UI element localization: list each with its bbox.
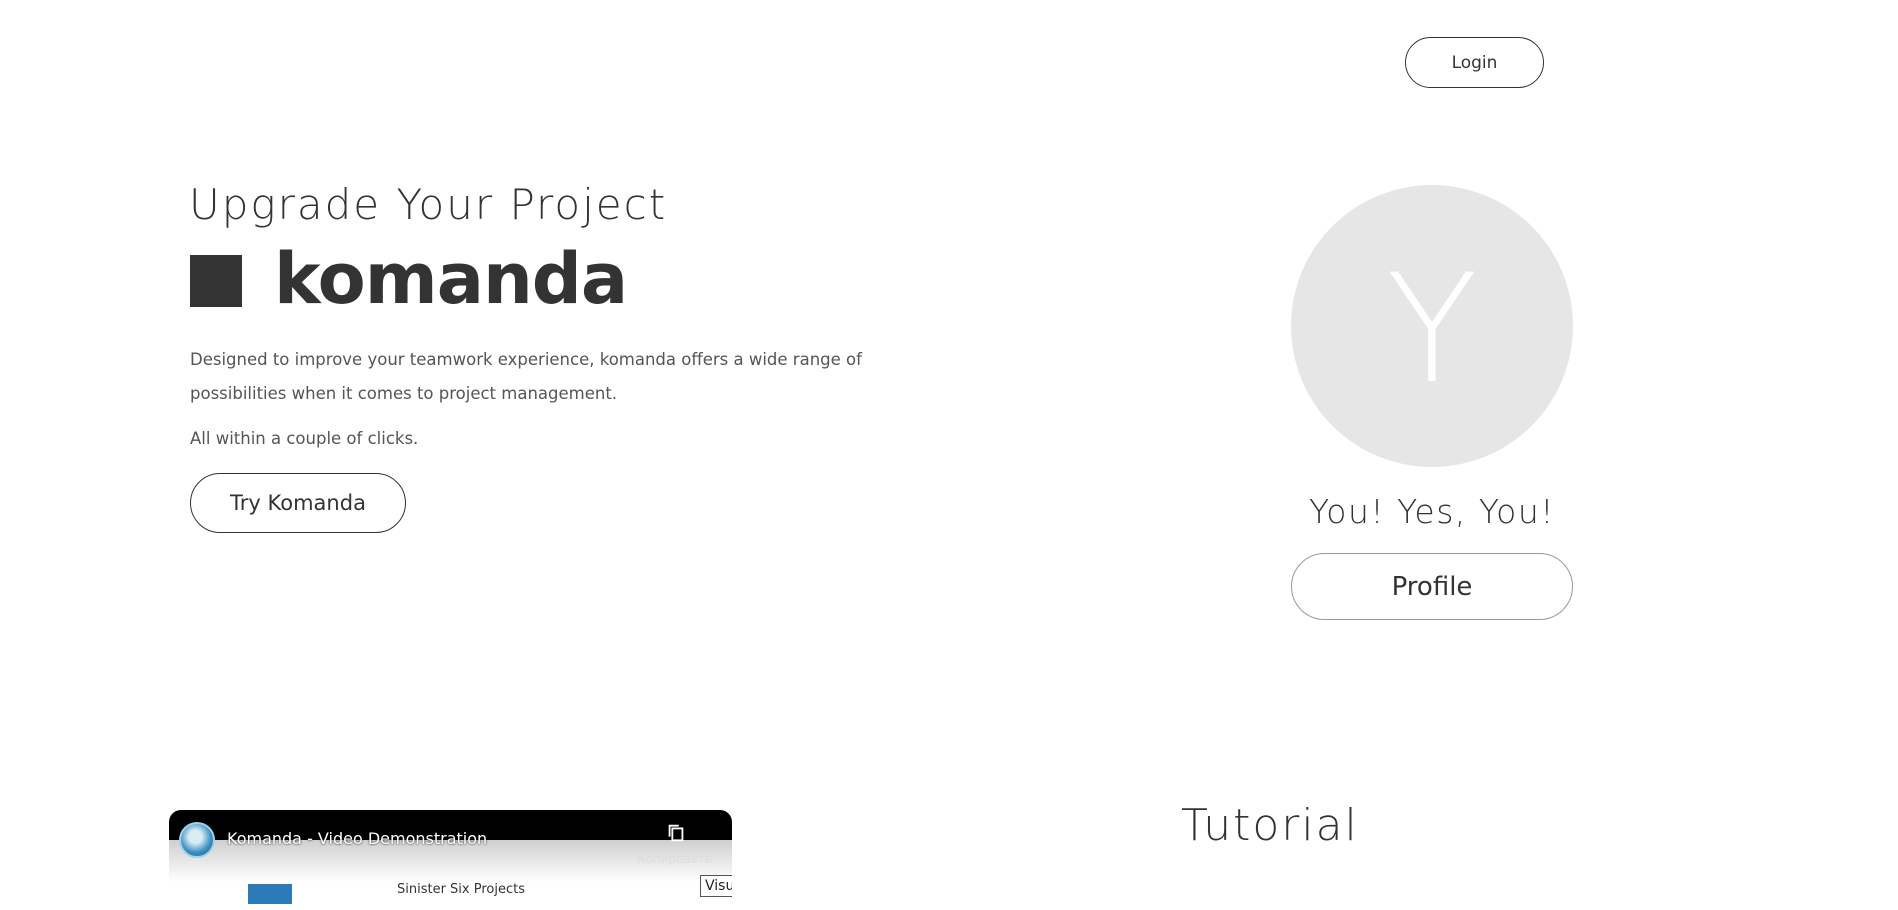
hero-tagline: All within a couple of clicks. bbox=[190, 429, 419, 448]
komanda-logo: komanda bbox=[274, 238, 628, 320]
visual-studio-tag: Visual Studio 2019 bbox=[700, 875, 732, 897]
video-title[interactable]: Komanda - Video Demonstration bbox=[227, 829, 487, 848]
profile-greeting: You! Yes, You! bbox=[1309, 492, 1555, 531]
channel-avatar[interactable] bbox=[179, 822, 215, 858]
hero-description: Designed to improve your teamwork experi… bbox=[190, 350, 862, 403]
avatar-letter: Y bbox=[1386, 243, 1478, 417]
hero-title: Upgrade Your Project bbox=[189, 180, 668, 229]
tutorial-title: Tutorial bbox=[1181, 800, 1359, 851]
copy-icon[interactable] bbox=[665, 822, 687, 844]
video-embed[interactable]: Komanda - Video Demonstration Копировать… bbox=[169, 810, 732, 910]
try-komanda-button[interactable]: Try Komanda bbox=[190, 473, 406, 533]
copy-link-label[interactable]: Копировать bbox=[637, 852, 712, 866]
avatar: Y bbox=[1291, 185, 1573, 467]
login-button[interactable]: Login bbox=[1405, 37, 1544, 88]
logo-square-icon bbox=[190, 255, 242, 307]
video-subtext: Sinister Six Projects bbox=[397, 882, 526, 897]
video-thumbnail-block bbox=[248, 884, 292, 904]
profile-button[interactable]: Profile bbox=[1291, 553, 1573, 620]
